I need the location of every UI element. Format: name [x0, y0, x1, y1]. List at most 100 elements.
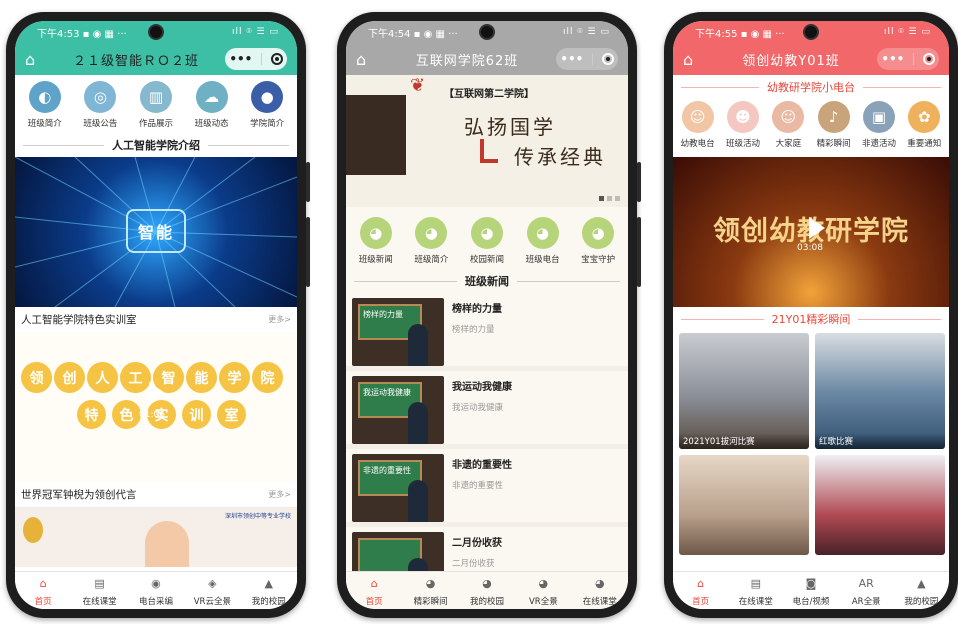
bird-icon: ◕: [359, 217, 392, 249]
power-button: [306, 217, 310, 287]
feature-icon-item[interactable]: ▣ 非遗活动: [856, 101, 901, 149]
feature-icon-item[interactable]: ☁ 班级动态: [185, 81, 239, 129]
tab-bird-tab[interactable]: ◕ 在线课堂: [572, 575, 628, 607]
page-title: 互联网学院62班: [415, 53, 519, 69]
feature-icon-item[interactable]: ☺ 大家庭: [766, 101, 811, 149]
tab-bird-tab[interactable]: ◕ 精彩瞬间: [403, 575, 459, 607]
play-icon[interactable]: [809, 217, 825, 239]
tab-label: 首页: [34, 596, 52, 607]
feature-icon-item[interactable]: ◎ 班级公告: [73, 81, 127, 129]
tab-radio[interactable]: ◉ 电台采编: [128, 575, 184, 607]
news-list-item[interactable]: 榜样的力量 榜样的力量 榜样的力量: [346, 293, 628, 371]
capsule-divider: [261, 53, 262, 65]
feature-icon-item[interactable]: ☺ 幼教电台: [675, 101, 720, 149]
home-icon[interactable]: ⌂: [683, 50, 705, 69]
feature-icon-row: ☺ 幼教电台 ☻ 班级活动 ☺ 大家庭 ♪ 精彩瞬间 ▣ 非遗活动 ✿ 重要通知: [673, 99, 949, 153]
news-thumbnail: 非遗的重要性: [352, 454, 444, 522]
bottom-tab-bar: ⌂ 首页 ▤ 在线课堂 ◉ 电台采编 ◈ VR云全景 ▲ 我的校园: [15, 571, 297, 609]
phone-2: 下午4:54 ▪ ◉ ▦ ··· ıll ⌾ ☰ ▭ ⌂ 互联网学院62班 ••…: [337, 12, 641, 618]
news-text: 非遗的重要性 非遗的重要性: [444, 454, 622, 517]
feature-icon-item[interactable]: ▥ 作品展示: [129, 81, 183, 129]
feature-icon-item[interactable]: ● 学院简介: [240, 81, 294, 129]
tab-classroom[interactable]: ▤ 在线课堂: [72, 575, 128, 607]
divider-line: [863, 86, 941, 88]
feature-icon-item[interactable]: ◕ 班级新闻: [349, 217, 403, 265]
bird-tab-icon: ◕: [594, 577, 605, 590]
video-2-thumbnail[interactable]: 深圳市领创中等专业学校: [15, 507, 297, 567]
home-icon[interactable]: ⌂: [356, 50, 378, 69]
title-char-badge: 训: [182, 400, 211, 429]
tab-vr[interactable]: ◈ VR云全景: [184, 575, 240, 607]
carousel-dot[interactable]: [599, 196, 604, 201]
tab-bird-tab[interactable]: ◕ VR全景: [515, 575, 571, 607]
tab-home-tab[interactable]: ⌂ 首页: [346, 575, 402, 607]
feature-icon-item[interactable]: ◕ 宝宝守护: [571, 217, 625, 265]
photo-grid: 2021Y01拔河比赛 红歌比赛: [673, 331, 949, 571]
title-char-badge: 能: [186, 362, 217, 393]
carousel-dot[interactable]: [615, 196, 620, 201]
close-target-icon[interactable]: [270, 53, 283, 65]
more-link[interactable]: 更多>: [268, 314, 291, 325]
tab-label: 首页: [692, 596, 710, 607]
section-title: 人工智能学院介绍: [112, 139, 200, 152]
tab-label: 在线课堂: [738, 596, 773, 607]
news-subtitle: 榜样的力量: [452, 325, 495, 335]
more-link[interactable]: 更多>: [268, 489, 291, 500]
front-camera: [148, 24, 164, 40]
play-icon[interactable]: [149, 382, 165, 404]
more-dots-icon[interactable]: •••: [560, 52, 583, 66]
tab-campus[interactable]: ▲ 我的校园: [241, 575, 297, 607]
tab-label: VR云全景: [193, 596, 231, 607]
feature-icon-row: ◕ 班级新闻 ◕ 班级简介 ◕ 校园新闻 ◕ 班级电台 ◕ 宝宝守护: [346, 207, 628, 269]
phone-3-screen: 下午4:55 ▪ ◉ ▦ ··· ıll ⌾ ☰ ▭ ⌂ 领创幼教Y01班 ••…: [673, 21, 949, 609]
carousel-indicator[interactable]: [599, 196, 620, 201]
tab-home-house[interactable]: ⌂ 首页: [673, 575, 728, 607]
title-char-badge: 人: [87, 362, 118, 393]
status-time: 下午4:53: [37, 28, 80, 40]
ai-banner[interactable]: 智能: [15, 157, 297, 307]
classroom-photo[interactable]: [679, 455, 809, 555]
tab-camera[interactable]: ◙ 电台/视频: [783, 575, 838, 607]
tab-blackboard[interactable]: ▤ 在线课堂: [728, 575, 783, 607]
feature-icon-item[interactable]: ☻ 班级活动: [720, 101, 765, 149]
tab-home-tab[interactable]: ⌂ 首页: [15, 575, 71, 607]
tug-of-war-photo[interactable]: 2021Y01拔河比赛: [679, 333, 809, 449]
students-photo[interactable]: [815, 455, 945, 555]
feature-icon-item[interactable]: ✿ 重要通知: [902, 101, 947, 149]
title-char-badge: 创: [54, 362, 85, 393]
tab-label: 在线课堂: [582, 596, 617, 607]
front-camera: [479, 24, 495, 40]
feature-icon-item[interactable]: ◐ 班级简介: [18, 81, 72, 129]
news-list-item[interactable]: 非遗的重要性 非遗的重要性 非遗的重要性: [346, 449, 628, 527]
promo-video-player[interactable]: 领创幼教研学院 03:08: [673, 157, 949, 307]
video-1-player[interactable]: 领创人工智能学院 特色实训室 01:06: [15, 332, 297, 482]
close-target-icon[interactable]: [601, 53, 614, 65]
tab-ar[interactable]: AR AR全景: [839, 575, 894, 607]
feature-icon-item[interactable]: ◕ 班级电台: [516, 217, 570, 265]
feature-icon-item[interactable]: ◕ 班级简介: [404, 217, 458, 265]
more-dots-icon[interactable]: •••: [881, 52, 904, 66]
classroom-icon: ▤: [94, 577, 105, 590]
status-bar: 下午4:53 ▪ ◉ ▦ ··· ıll ⌾ ☰ ▭: [15, 21, 297, 43]
red-song-contest-photo[interactable]: 红歌比赛: [815, 333, 945, 449]
guoxue-banner[interactable]: ❦ 【互联网第二学院】 弘扬国学 传承经典: [346, 75, 628, 207]
news-list: 榜样的力量 榜样的力量 榜样的力量 我运动我健康 我运动我健康 我运动我健康 非遗的重要性非…: [346, 293, 628, 605]
title-char-badge: 色: [112, 400, 141, 429]
divider-line: [23, 144, 104, 146]
more-dots-icon[interactable]: •••: [229, 52, 252, 66]
section-title: 幼教研学院小电台: [767, 81, 855, 94]
news-title: 非遗的重要性: [452, 460, 512, 471]
phone-1: 下午4:53 ▪ ◉ ▦ ··· ıll ⌾ ☰ ▭ ⌂ ２１级智能ＲＯ２班 •…: [6, 12, 310, 618]
nav-bar: ⌂ 领创幼教Y01班 •••: [673, 43, 949, 75]
feature-icon-item[interactable]: ♪ 精彩瞬间: [811, 101, 856, 149]
blackboard-icon: ▤: [750, 577, 761, 590]
feature-icon-item[interactable]: ◕ 校园新闻: [460, 217, 514, 265]
news-list-item[interactable]: 我运动我健康 我运动我健康 我运动我健康: [346, 371, 628, 449]
carousel-dot[interactable]: [607, 196, 612, 201]
tab-bird-tab[interactable]: ◕ 我的校园: [459, 575, 515, 607]
tab-label: 我的校园: [251, 596, 286, 607]
tab-school[interactable]: ▲ 我的校园: [894, 575, 949, 607]
news-title: 榜样的力量: [452, 304, 502, 315]
close-target-icon[interactable]: [922, 53, 935, 65]
home-icon[interactable]: ⌂: [25, 50, 47, 69]
